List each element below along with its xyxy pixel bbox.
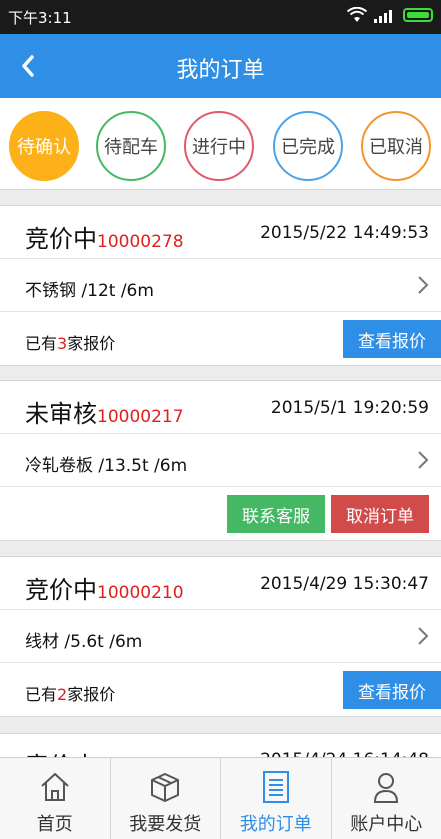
- order-number: 10000217: [97, 407, 184, 427]
- filter-label: 待确认: [17, 137, 71, 158]
- order-detail-row[interactable]: 线材 /5.6t /6m: [0, 610, 441, 663]
- order-actions: 已有2家报价 查看报价: [0, 663, 441, 716]
- order-spec: 冷轧卷板 /13.5t /6m: [25, 456, 188, 476]
- order-detail-row[interactable]: 冷轧卷板 /13.5t /6m: [0, 434, 441, 487]
- header-bar: 我的订单: [0, 34, 441, 98]
- order-number: 10000210: [97, 583, 184, 603]
- status-icons: [347, 7, 433, 23]
- filter-pending-confirm[interactable]: 待确认: [9, 111, 79, 181]
- status-time: 下午3:11: [8, 9, 72, 27]
- package-icon: [151, 773, 180, 802]
- filter-completed[interactable]: 已完成: [273, 111, 343, 181]
- order-datetime: 2015/5/22 14:49:53: [260, 223, 429, 243]
- order-datetime: 2015/5/1 19:20:59: [270, 398, 429, 418]
- offers-prefix: 已有: [25, 334, 58, 353]
- offers-suffix: 家报价: [67, 685, 116, 704]
- filter-label: 已取消: [369, 137, 423, 158]
- order-spec: 不锈钢 /12t /6m: [25, 281, 154, 301]
- order-card: 竞价中10000278 2015/5/22 14:49:53 不锈钢 /12t …: [0, 205, 441, 366]
- battery-icon: [403, 8, 433, 22]
- order-header: 竞价中10000278 2015/5/22 14:49:53: [0, 206, 441, 259]
- status-bar: 下午3:11: [0, 0, 441, 34]
- filter-awaiting-vehicle[interactable]: 待配车: [96, 111, 166, 181]
- wifi-icon: [347, 7, 367, 22]
- tab-account[interactable]: 账户中心: [332, 758, 441, 839]
- contact-service-button[interactable]: 联系客服: [227, 495, 325, 533]
- offers-suffix: 家报价: [67, 334, 116, 353]
- status-text: 未审核: [25, 400, 97, 428]
- offers-count: 2: [57, 685, 68, 704]
- tab-label: 我的订单: [239, 814, 312, 835]
- offers-count-text: 已有3家报价: [25, 330, 115, 354]
- order-header: 未审核10000217 2015/5/1 19:20:59: [0, 381, 441, 434]
- view-quotes-button[interactable]: 查看报价: [343, 320, 441, 358]
- tab-label: 我要发货: [129, 814, 202, 835]
- tab-label: 首页: [36, 814, 73, 835]
- order-actions: 联系客服 取消订单: [0, 487, 441, 540]
- filter-cancelled[interactable]: 已取消: [361, 111, 431, 181]
- order-detail-row[interactable]: 不锈钢 /12t /6m: [0, 259, 441, 312]
- chevron-right-icon: [418, 451, 429, 469]
- chevron-right-icon: [418, 627, 429, 645]
- tab-ship[interactable]: 我要发货: [111, 758, 221, 839]
- order-card: 未审核10000217 2015/5/1 19:20:59 冷轧卷板 /13.5…: [0, 380, 441, 541]
- offers-count-text: 已有2家报价: [25, 681, 115, 705]
- filter-label: 已完成: [281, 137, 335, 158]
- order-header: 竞价中10000210 2015/4/29 15:30:47: [0, 557, 441, 610]
- cancel-order-button[interactable]: 取消订单: [331, 495, 429, 533]
- home-icon: [41, 773, 69, 801]
- filter-in-progress[interactable]: 进行中: [184, 111, 254, 181]
- order-number: 10000278: [97, 232, 184, 252]
- order-status: 未审核10000217: [25, 394, 184, 429]
- signal-icon: [374, 9, 392, 23]
- order-spec: 线材 /5.6t /6m: [25, 632, 143, 652]
- status-text: 竞价中: [25, 576, 97, 604]
- offers-count: 3: [57, 334, 68, 353]
- order-status: 竞价中10000210: [25, 570, 184, 605]
- order-status-filters: 待确认 待配车 进行中 已完成 已取消: [0, 98, 441, 190]
- offers-prefix: 已有: [25, 685, 58, 704]
- document-icon: [262, 771, 289, 803]
- bottom-tab-bar: 首页 我要发货 我的订单 账户中心: [0, 757, 441, 839]
- order-actions: 已有3家报价 查看报价: [0, 312, 441, 365]
- tab-home[interactable]: 首页: [0, 758, 111, 839]
- user-icon: [374, 773, 399, 803]
- filter-label: 进行中: [192, 137, 246, 158]
- filter-label: 待配车: [104, 137, 158, 158]
- chevron-right-icon: [418, 276, 429, 294]
- tab-my-orders[interactable]: 我的订单: [221, 758, 332, 839]
- order-card: 竞价中10000210 2015/4/29 15:30:47 线材 /5.6t …: [0, 556, 441, 717]
- status-text: 竞价中: [25, 225, 97, 253]
- order-status: 竞价中10000278: [25, 219, 184, 254]
- order-datetime: 2015/4/29 15:30:47: [260, 574, 429, 594]
- view-quotes-button[interactable]: 查看报价: [343, 671, 441, 709]
- tab-label: 账户中心: [350, 814, 423, 835]
- page-title: 我的订单: [176, 58, 265, 83]
